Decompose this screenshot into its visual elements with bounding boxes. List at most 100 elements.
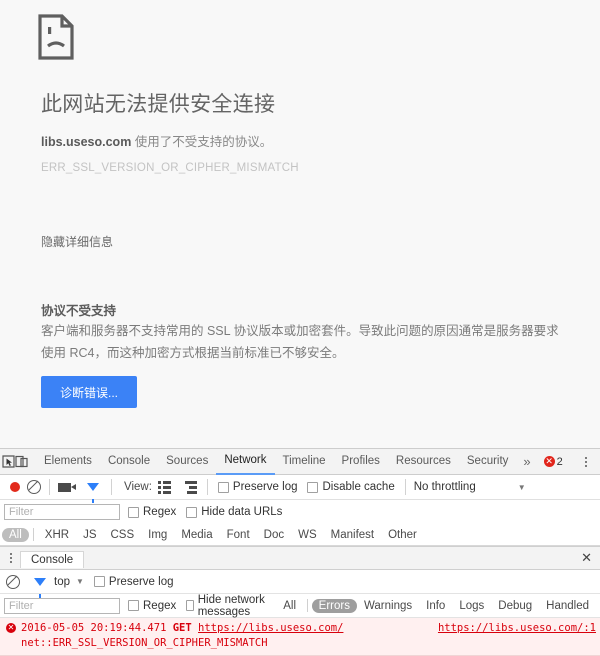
hide-data-urls-checkbox[interactable]: Hide data URLs — [186, 506, 282, 518]
level-chip-debug[interactable]: Debug — [491, 599, 539, 613]
console-preserve-log-label: Preserve log — [108, 575, 174, 588]
funnel-icon[interactable] — [87, 483, 99, 503]
tab-timeline[interactable]: Timeline — [275, 449, 334, 474]
error-subtitle: libs.useso.com 使用了不受支持的协议。 — [41, 131, 272, 150]
type-chip-doc[interactable]: Doc — [257, 528, 291, 542]
clear-icon[interactable] — [27, 480, 41, 494]
details-body: 客户端和服务器不支持常用的 SSL 协议版本或加密套件。导致此问题的原因通常是服… — [41, 324, 559, 360]
level-chip-warnings[interactable]: Warnings — [357, 599, 419, 613]
diagnose-error-button[interactable]: 诊断错误... — [41, 376, 137, 408]
drawer-menu-icon[interactable] — [2, 553, 20, 563]
record-icon[interactable] — [10, 482, 20, 492]
drawer-tabbar: Console ✕ — [0, 546, 600, 570]
hide-data-urls-label: Hide data URLs — [201, 506, 283, 518]
drawer-close-icon[interactable]: ✕ — [573, 550, 600, 566]
waterfall-view-icon[interactable] — [184, 480, 197, 494]
sad-document-icon — [38, 14, 74, 60]
level-chip-logs[interactable]: Logs — [452, 599, 491, 613]
hide-data-urls-box[interactable] — [186, 506, 198, 518]
hide-network-messages-box[interactable] — [186, 600, 194, 611]
console-toolbar: top ▼ Preserve log — [0, 570, 600, 598]
network-regex-label: Regex — [143, 506, 177, 518]
network-regex-checkbox[interactable]: Regex — [128, 506, 176, 518]
console-regex-box[interactable] — [128, 600, 139, 611]
tab-profiles[interactable]: Profiles — [334, 449, 388, 474]
console-message-timestamp: 2016-05-05 20:19:44.471 — [21, 622, 167, 634]
disable-cache-label: Disable cache — [322, 481, 395, 493]
throttling-value: No throttling — [413, 481, 476, 493]
type-chip-css[interactable]: CSS — [103, 528, 141, 542]
console-preserve-log-checkbox[interactable]: Preserve log — [93, 575, 174, 588]
console-filter-input[interactable] — [4, 597, 120, 614]
error-icon: ✕ — [6, 623, 16, 633]
type-chip-font[interactable]: Font — [220, 528, 257, 542]
view-label: View: — [124, 481, 152, 493]
type-chip-manifest[interactable]: Manifest — [324, 528, 381, 542]
console-message-detail: net::ERR_SSL_VERSION_OR_CIPHER_MISMATCH — [21, 637, 268, 649]
disable-cache-checkbox[interactable]: Disable cache — [307, 481, 395, 493]
level-chip-all[interactable]: All — [276, 599, 303, 613]
error-badge-icon: ✕ — [543, 456, 555, 467]
page-title: 此网站无法提供安全连接 — [41, 93, 276, 116]
console-context-value[interactable]: top — [54, 576, 70, 588]
error-count-badge[interactable]: ✕ 2 — [538, 456, 569, 468]
type-chip-divider — [32, 528, 34, 541]
preserve-log-checkbox[interactable]: Preserve log — [217, 481, 298, 493]
console-clear-icon[interactable] — [6, 574, 20, 589]
drawer-tab-console[interactable]: Console — [20, 551, 85, 568]
devtools-close-icon[interactable]: ✕ — [595, 454, 600, 470]
tab-security[interactable]: Security — [459, 449, 517, 474]
preserve-log-box[interactable] — [217, 481, 229, 493]
console-message-url[interactable]: https://libs.useso.com/ — [198, 622, 343, 634]
chevron-down-icon: ▼ — [517, 482, 526, 492]
error-code: ERR_SSL_VERSION_OR_CIPHER_MISMATCH — [41, 162, 299, 174]
level-chip-info[interactable]: Info — [419, 599, 452, 613]
hide-network-messages-checkbox[interactable]: Hide network messages — [186, 594, 272, 618]
type-chip-img[interactable]: Img — [141, 528, 174, 542]
net-divider-1 — [49, 479, 50, 495]
tab-console[interactable]: Console — [100, 449, 158, 474]
preserve-log-label: Preserve log — [232, 481, 298, 493]
type-chip-ws[interactable]: WS — [291, 528, 324, 542]
console-message-source-link[interactable]: https://libs.useso.com/:1 — [438, 621, 596, 636]
type-chip-js[interactable]: JS — [76, 528, 103, 542]
type-chip-xhr[interactable]: XHR — [38, 528, 76, 542]
net-divider-2 — [111, 479, 112, 495]
console-regex-label: Regex — [143, 599, 177, 612]
console-preserve-log-box[interactable] — [93, 576, 105, 587]
resource-type-filters: All XHR JS CSS Img Media Font Doc WS Man… — [0, 524, 600, 546]
console-error-message[interactable]: ✕ 2016-05-05 20:19:44.471 GET https://li… — [0, 618, 600, 656]
tab-resources[interactable]: Resources — [388, 449, 459, 474]
console-regex-checkbox[interactable]: Regex — [128, 600, 176, 612]
tab-sources[interactable]: Sources — [158, 449, 216, 474]
console-funnel-icon[interactable] — [34, 577, 46, 598]
tab-elements[interactable]: Elements — [36, 449, 100, 474]
type-chip-media[interactable]: Media — [174, 528, 219, 542]
more-tabs-icon[interactable]: » — [516, 454, 537, 469]
error-host: libs.useso.com — [41, 135, 132, 149]
network-toolbar: View: Preserve log Disable cache No thro… — [0, 475, 600, 503]
error-count-value: 2 — [556, 455, 563, 468]
device-toolbar-icon[interactable] — [15, 450, 28, 474]
ssl-error-page: 此网站无法提供安全连接 libs.useso.com 使用了不受支持的协议。 E… — [0, 0, 600, 448]
console-context-chevron-icon[interactable]: ▼ — [76, 577, 84, 586]
list-view-icon[interactable] — [157, 480, 171, 494]
level-chip-handled[interactable]: Handled — [539, 599, 596, 613]
camera-icon[interactable] — [58, 482, 76, 492]
devtools-tabbar: Elements Console Sources Network Timelin… — [0, 449, 600, 475]
details-toggle-link[interactable]: 隐藏详细信息 — [41, 233, 113, 250]
hide-network-messages-label: Hide network messages — [197, 593, 265, 618]
type-chip-other[interactable]: Other — [381, 528, 424, 542]
network-filter-input[interactable] — [4, 504, 120, 520]
tab-network[interactable]: Network — [216, 448, 275, 475]
network-regex-box[interactable] — [128, 506, 139, 518]
disable-cache-box[interactable] — [307, 481, 319, 493]
details-heading: 协议不受支持 — [41, 304, 117, 318]
level-chip-errors[interactable]: Errors — [311, 598, 357, 613]
type-chip-all[interactable]: All — [2, 527, 29, 542]
devtools-panel: Elements Console Sources Network Timelin… — [0, 448, 600, 656]
inspect-element-icon[interactable] — [2, 450, 15, 474]
level-chip-divider — [307, 599, 308, 612]
devtools-menu-icon[interactable] — [577, 456, 595, 467]
throttling-dropdown[interactable]: No throttling ▼ — [414, 481, 526, 493]
